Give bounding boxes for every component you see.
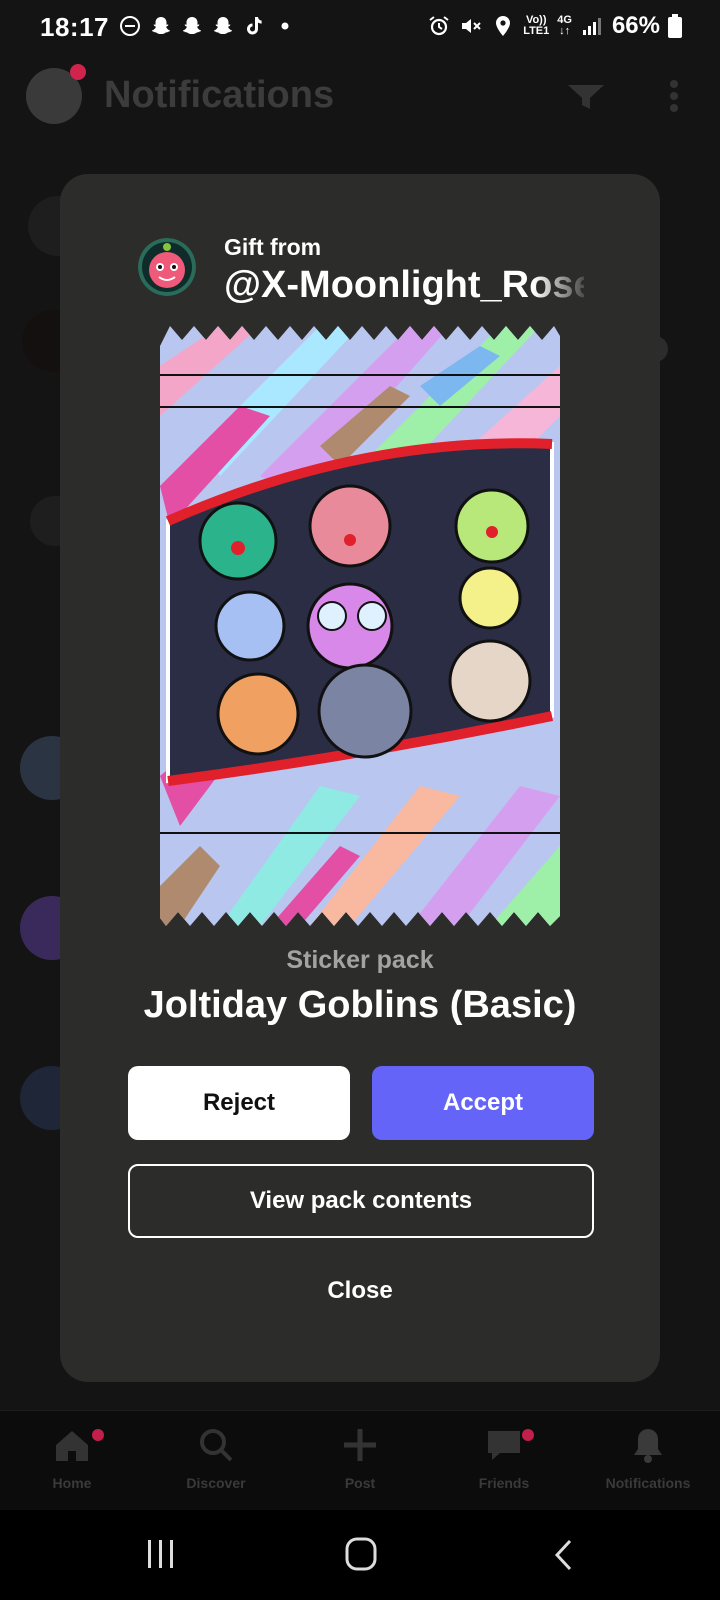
bell-icon bbox=[634, 1429, 662, 1463]
filter-icon[interactable] bbox=[566, 82, 606, 112]
system-icons: Vo)) LTE1 4G ↓↑ 66% bbox=[427, 12, 682, 40]
recent-apps-icon[interactable] bbox=[146, 1538, 176, 1570]
status-bar: 18:17 Vo)) LTE1 4G ↓↑ 66% bbox=[0, 0, 720, 56]
app-header: Notifications bbox=[0, 56, 720, 140]
system-navigation-bar bbox=[0, 1510, 720, 1600]
home-button-icon[interactable] bbox=[344, 1536, 378, 1572]
nav-post[interactable]: Post bbox=[288, 1411, 432, 1511]
location-icon bbox=[496, 16, 511, 36]
nav-friends[interactable]: Friends bbox=[432, 1411, 576, 1511]
bottom-navigation: Home Discover Post Friends Notifications bbox=[0, 1410, 720, 1511]
nav-label: Post bbox=[344, 1475, 376, 1491]
snapchat-icon bbox=[183, 17, 201, 34]
volte-indicator: Vo)) LTE1 bbox=[523, 14, 550, 37]
gift-from-label: Gift from bbox=[224, 234, 322, 260]
mute-icon bbox=[462, 19, 481, 33]
sender-avatar bbox=[138, 238, 196, 296]
sender-username: @X-Moonlight_Rose bbox=[224, 264, 584, 306]
nav-label: Home bbox=[52, 1475, 92, 1491]
tiktok-icon bbox=[247, 17, 262, 35]
sticker-pack-image bbox=[160, 326, 560, 926]
notification-dot bbox=[522, 1429, 534, 1441]
page-title: Notifications bbox=[104, 74, 335, 116]
chat-icon bbox=[488, 1431, 520, 1460]
snapchat-icon bbox=[214, 17, 232, 34]
notification-dot bbox=[92, 1429, 104, 1441]
battery-icon bbox=[668, 14, 682, 38]
sender-avatar-image bbox=[138, 238, 196, 296]
view-pack-contents-button[interactable]: View pack contents bbox=[128, 1164, 594, 1238]
gift-dialog: Gift from @X-Moonlight_Rose Sticker pack… bbox=[60, 174, 660, 1382]
plus-icon bbox=[344, 1429, 376, 1461]
signal-strength-icon bbox=[582, 18, 601, 35]
nav-label: Friends bbox=[478, 1475, 530, 1491]
nav-discover[interactable]: Discover bbox=[144, 1411, 288, 1511]
pack-name: Joltiday Goblins (Basic) bbox=[143, 984, 577, 1026]
nav-label: Discover bbox=[186, 1475, 246, 1491]
sender-username-container: @X-Moonlight_Rose bbox=[224, 264, 584, 316]
alarm-icon bbox=[429, 16, 449, 36]
status-time: 18:17 bbox=[40, 12, 109, 42]
accept-button[interactable]: Accept bbox=[372, 1066, 594, 1140]
mobile-data-indicator: 4G ↓↑ bbox=[557, 14, 572, 37]
more-notifications-dot-icon bbox=[281, 22, 289, 30]
reject-button[interactable]: Reject bbox=[128, 1066, 350, 1140]
back-icon[interactable] bbox=[552, 1538, 574, 1572]
more-options-icon[interactable] bbox=[668, 78, 680, 114]
notification-dot bbox=[70, 64, 86, 80]
snapchat-icon bbox=[152, 17, 170, 34]
battery-percent: 66% bbox=[611, 12, 660, 39]
pack-type-label: Sticker pack bbox=[286, 946, 434, 974]
home-icon bbox=[56, 1431, 88, 1461]
notification-icons bbox=[118, 14, 297, 38]
nav-label: Notifications bbox=[605, 1475, 691, 1491]
nav-home[interactable]: Home bbox=[0, 1411, 144, 1511]
do-not-disturb-icon bbox=[120, 16, 140, 36]
nav-notifications[interactable]: Notifications bbox=[576, 1411, 720, 1511]
close-button[interactable]: Close bbox=[260, 1256, 460, 1326]
search-icon bbox=[200, 1429, 233, 1462]
